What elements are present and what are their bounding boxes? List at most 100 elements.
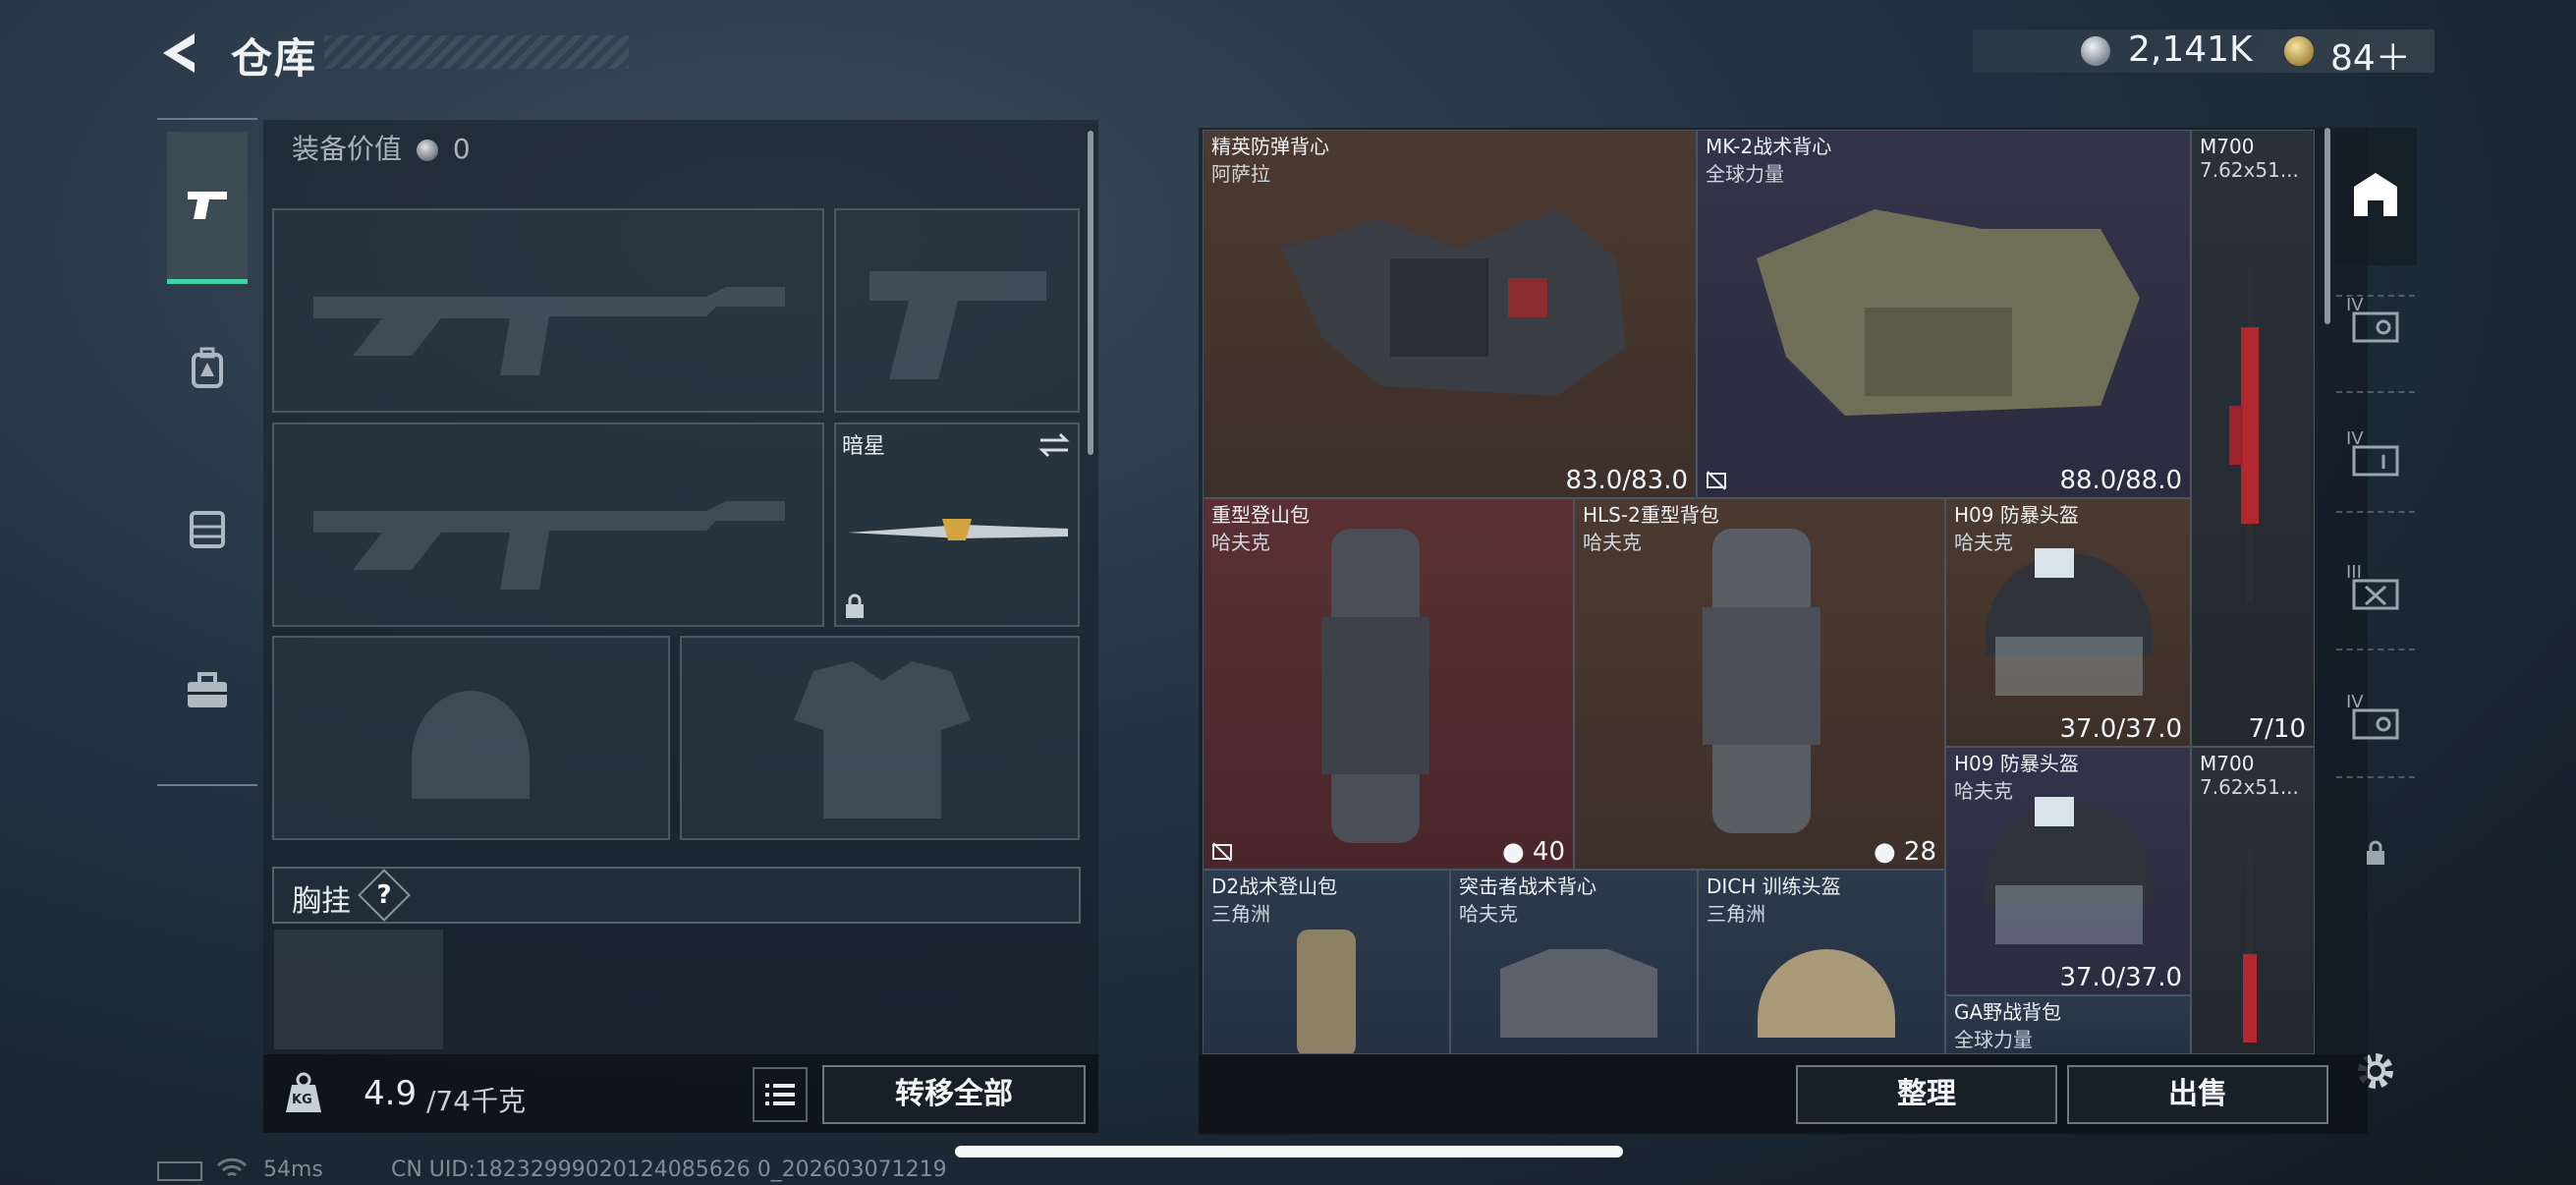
sniper-rifle-image [2243,846,2257,1043]
warehouse-tab[interactable] [2338,157,2413,232]
item-elite-vest[interactable]: 精英防弹背心 阿萨拉 83.0/83.0 [1203,130,1697,498]
silver-coin-icon [2081,36,2110,66]
item-brand: 三角洲 [1211,902,1270,926]
item-name: 重型登山包 [1211,503,1310,527]
list-view-button[interactable] [753,1067,808,1122]
item-ga-backpack[interactable]: GA野战背包 全球力量 [1945,995,2191,1054]
helmet-image [1986,797,2153,944]
item-brand: 7.62x51... [2200,775,2299,799]
tab-chest-rig[interactable] [167,480,248,578]
item-name: 精英防弹背心 [1211,135,1329,158]
armor-vest-image [1500,949,1657,1038]
item-capacity-value: 28 [1903,837,1936,867]
loadout-scrollbar[interactable] [1088,131,1093,455]
item-hls2-backpack[interactable]: HLS-2重型背包 哈夫克 ● 28 [1574,498,1945,870]
case-level: III [2346,562,2362,583]
backpack-image [1703,529,1820,833]
item-capacity: ● 40 [1502,837,1565,867]
item-durability: 37.0/37.0 [2059,963,2182,992]
help-icon[interactable]: ? [365,876,403,914]
item-brand: 哈夫克 [1459,902,1518,926]
helmet-silhouette-icon [412,691,530,799]
item-brand: 哈夫克 [1211,531,1270,554]
item-d2-backpack[interactable]: D2战术登山包 三角洲 [1203,870,1450,1054]
sell-button[interactable]: 出售 [2067,1065,2328,1124]
swap-icon[interactable] [1036,430,1072,460]
item-brand: 哈夫克 [1583,531,1642,554]
lock-icon [2367,840,2384,865]
case-tab-2[interactable]: IV [2338,419,2413,493]
case-level: IV [2346,692,2364,712]
transfer-all-button[interactable]: 转移全部 [822,1065,1086,1124]
uid-text: CN UID:18232999020124085626 0_2026030712… [391,1157,947,1182]
chest-rig-label: 胸挂 [292,884,351,919]
toolbox-icon [188,672,227,707]
item-dich-helmet[interactable]: DICH 训练头盔 三角洲 [1698,870,1945,1054]
warehouse-icon [2354,173,2397,216]
stash-scrollbar[interactable] [2324,128,2330,324]
weight-unit: /74千克 [426,1085,527,1117]
rail-divider [2336,649,2415,650]
item-name: 突击者战术背心 [1459,875,1596,898]
item-m700-rifle[interactable]: M700 7.62x51... [2191,747,2315,1054]
primary-weapon-slot[interactable] [272,208,824,413]
case-tab-4[interactable]: IV [2338,682,2413,757]
melee-slot[interactable]: 暗星 [834,423,1080,627]
page-title: 仓库 [231,34,318,83]
item-count: 7/10 [2248,714,2306,744]
item-raider-vest[interactable]: 突击者战术背心 哈夫克 [1450,870,1698,1054]
item-name: M700 [2200,135,2255,158]
item-brand: 阿萨拉 [1211,162,1270,186]
item-durability: 83.0/83.0 [1565,466,1688,495]
case-tab-1[interactable]: IV [2338,285,2413,360]
item-name: GA野战背包 [1954,1000,2062,1024]
rifle-silhouette-icon [313,501,785,590]
item-durability: 37.0/37.0 [2059,714,2182,744]
secondary-weapon-slot[interactable] [834,208,1080,413]
helmet-slot[interactable] [272,636,670,840]
tab-weapons[interactable] [167,132,248,284]
rail-divider [2336,776,2415,778]
item-durability: 88.0/88.0 [2059,466,2182,495]
weight-value: 4.9 [364,1074,418,1113]
equip-value-amount: 0 [452,133,471,165]
rail-divider [2336,391,2415,393]
case-tab-3[interactable]: III [2338,552,2413,627]
item-name: DICH 训练头盔 [1707,875,1841,898]
item-heavy-backpack[interactable]: 重型登山包 哈夫克 ● 40 [1203,498,1574,870]
home-indicator[interactable] [955,1146,1623,1157]
ping-text: 54ms [263,1157,323,1182]
helmet-image [1758,949,1895,1038]
tab-toolbox[interactable] [167,643,248,741]
sort-button[interactable]: 整理 [1796,1065,2057,1124]
not-tradable-icon [1707,471,1726,490]
tab-backpack[interactable] [167,319,248,418]
item-capacity-value: 40 [1532,837,1565,867]
primary-weapon-slot-2[interactable] [272,423,824,627]
item-mk2-vest[interactable]: MK-2战术背心 全球力量 88.0/88.0 [1697,130,2191,498]
wifi-icon [216,1157,248,1177]
item-capacity: ● 28 [1874,837,1936,867]
back-arrow-icon[interactable] [157,29,204,77]
item-brand: 7.62x51... [2200,158,2299,182]
knife-image [848,519,1068,540]
melee-name: 暗星 [842,434,886,459]
gold-balance[interactable]: 84＋ [2330,29,2411,81]
item-m700-rifle[interactable]: M700 7.62x51... 7/10 [2191,130,2315,747]
item-h09-helmet[interactable]: H09 防暴头盔 哈夫克 37.0/37.0 [1945,498,2191,747]
not-tradable-icon [1212,842,1232,862]
rifle-silhouette-icon [313,287,785,375]
locked-tab[interactable] [2338,816,2413,890]
silver-coin-icon [416,140,438,161]
item-name: D2战术登山包 [1211,875,1338,898]
item-name: M700 [2200,752,2255,775]
item-brand: 全球力量 [1954,1028,2033,1051]
pistol-icon [188,192,227,219]
armor-slot[interactable] [680,636,1080,840]
chest-rig-icon [190,511,225,548]
capacity-icon: ● [1873,837,1896,867]
armor-vest-image [1757,209,2140,416]
gold-coin-icon [2284,36,2314,66]
item-h09-helmet[interactable]: H09 防暴头盔 哈夫克 37.0/37.0 [1945,747,2191,995]
chest-rig-slot[interactable] [274,930,443,1049]
